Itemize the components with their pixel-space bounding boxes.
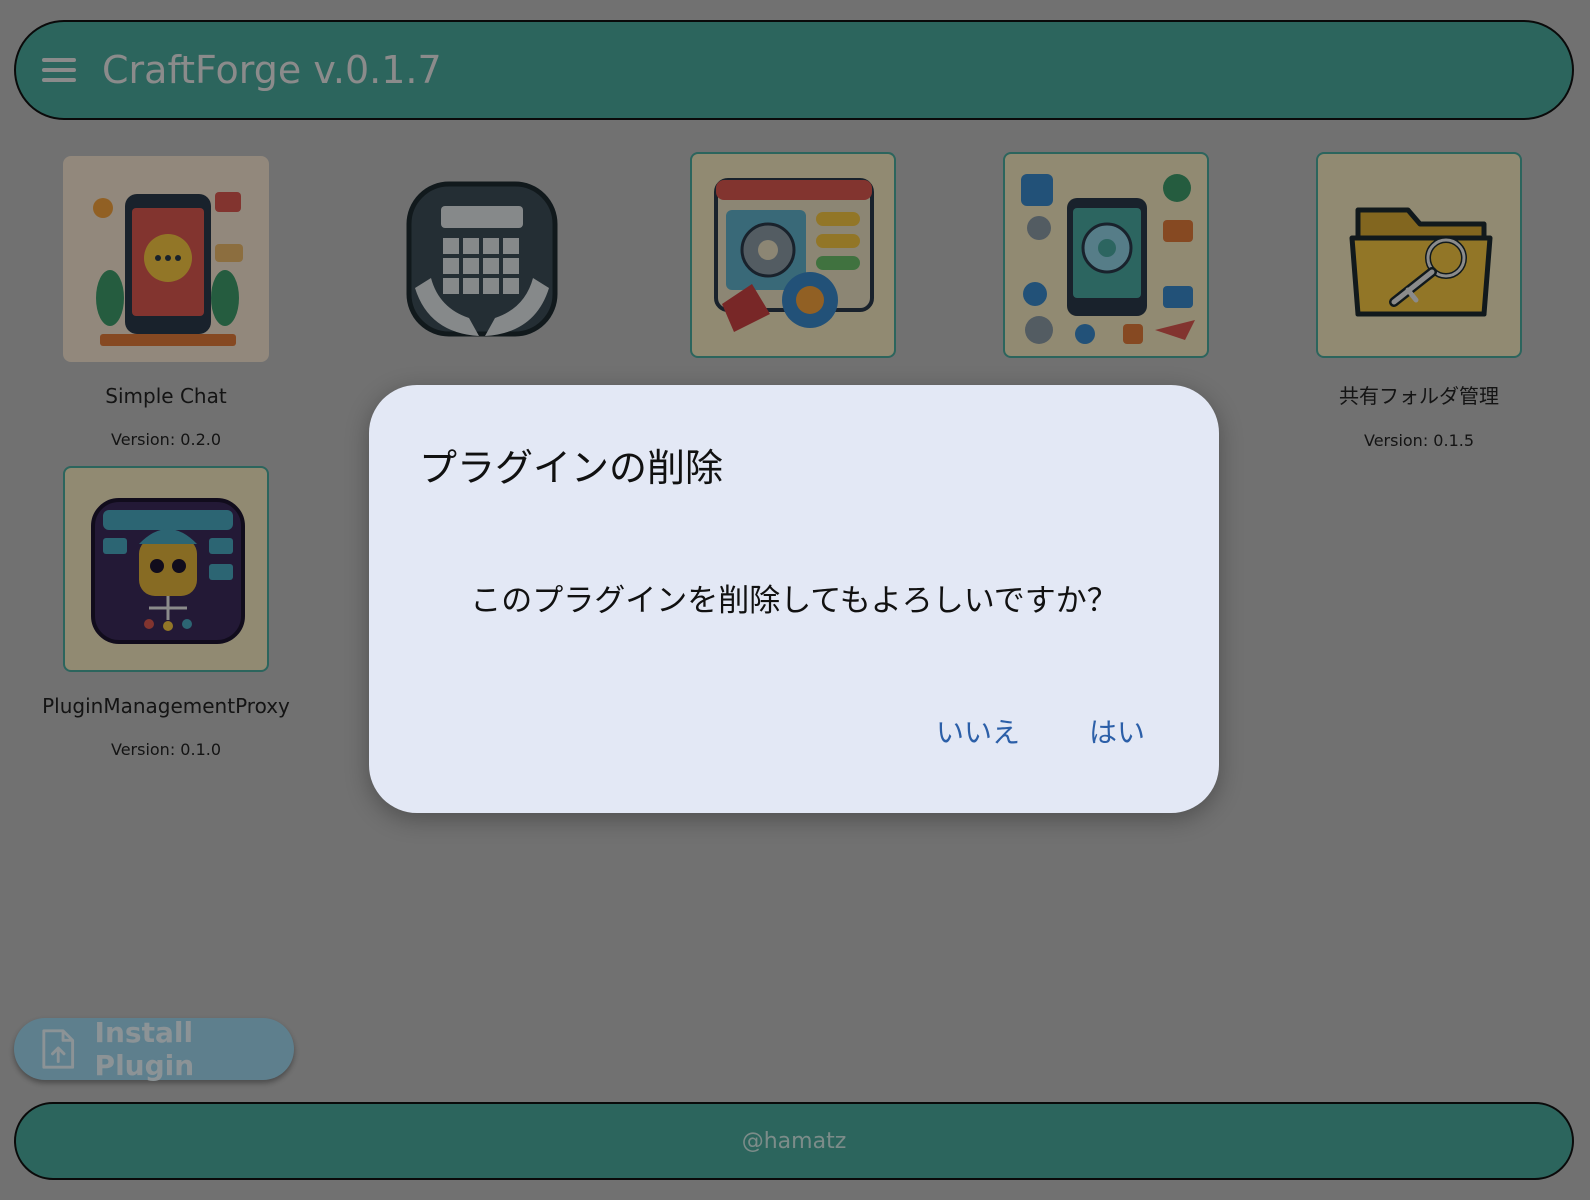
dialog-title: プラグインの削除 <box>419 446 724 490</box>
confirm-button[interactable]: はい <box>1089 711 1145 751</box>
cancel-button[interactable]: いいえ <box>936 711 1020 751</box>
dialog-message: このプラグインを削除してもよろしいですか？ <box>470 583 1118 619</box>
delete-plugin-dialog: プラグインの削除 このプラグインを削除してもよろしいですか？ いいえ はい <box>369 385 1219 813</box>
